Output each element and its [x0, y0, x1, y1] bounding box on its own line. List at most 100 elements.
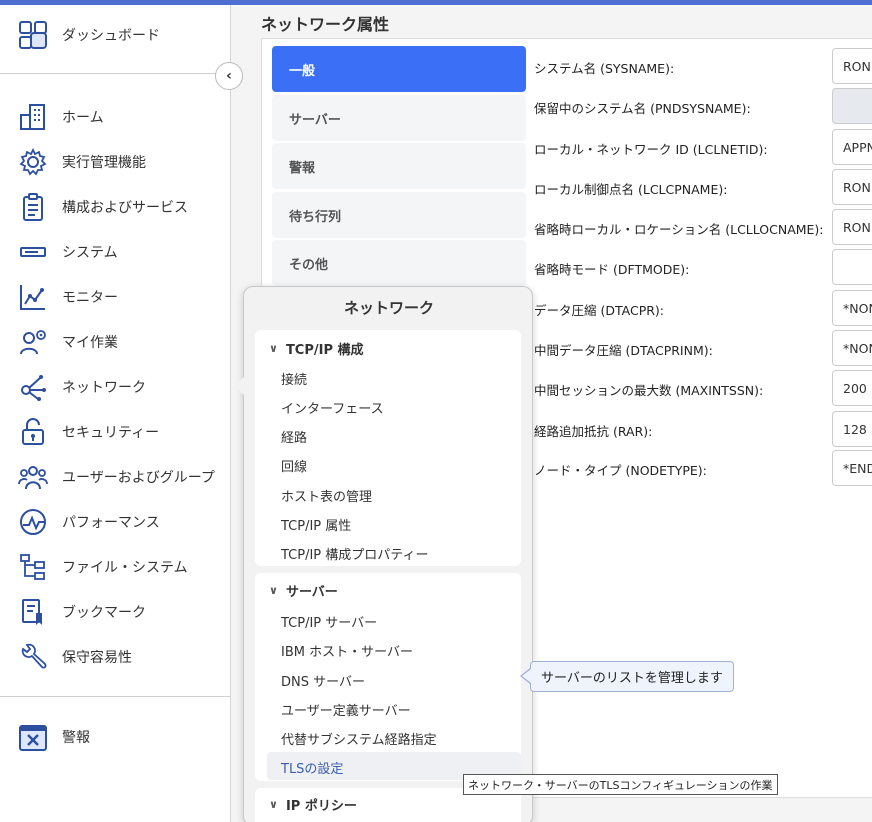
alert-calendar-icon — [17, 721, 49, 753]
link-tcpip-servers[interactable]: TCP/IP サーバー — [281, 612, 377, 631]
link-lines[interactable]: 回線 — [281, 456, 307, 475]
field-label-pndsysname: 保留中のシステム名 (PNDSYSNAME): — [534, 101, 751, 116]
field-label-dtacprinm: 中間データ圧縮 (DTACPRINM): — [534, 343, 713, 358]
group-header-servers[interactable]: ∨ サーバー — [269, 581, 338, 600]
sidebar-item-my-work[interactable]: マイ作業 — [0, 322, 230, 362]
link-tls-settings[interactable]: TLSの設定 — [281, 758, 343, 777]
link-alt-subsystem-routing[interactable]: 代替サブシステム経路指定 — [281, 729, 437, 748]
link-tcpip-attributes[interactable]: TCP/IP 属性 — [281, 515, 351, 534]
field-label-lclnetid: ローカル・ネットワーク ID (LCLNETID): — [534, 142, 768, 157]
tab-queues[interactable]: 待ち行列 — [272, 192, 526, 238]
file-tree-icon — [17, 551, 49, 583]
server-icon — [17, 236, 49, 268]
rar-input[interactable]: 128 — [832, 411, 872, 447]
lclcpname-input[interactable]: RON — [832, 169, 872, 205]
flyout-group-servers: ∨ サーバー TCP/IP サーバー IBM ホスト・サーバー DNS サーバー… — [255, 573, 521, 781]
link-connections[interactable]: 接続 — [281, 369, 307, 388]
chevron-left-icon: ‹ — [226, 68, 232, 84]
flyout-group-tcpip: ∨ TCP/IP 構成 接続 インターフェース 経路 回線 ホスト表の管理 TC… — [255, 330, 521, 566]
link-tcpip-properties[interactable]: TCP/IP 構成プロパティー — [281, 544, 429, 563]
nodetype-select[interactable]: *END — [832, 450, 872, 486]
group-heading-text: サーバー — [285, 585, 338, 600]
dtacpr-select[interactable]: *NON — [832, 290, 872, 326]
sidebar-item-home[interactable]: ホーム — [0, 97, 230, 137]
field-label-dtacpr: データ圧縮 (DTACPR): — [534, 303, 665, 318]
sidebar-item-file-system[interactable]: ファイル・システム — [0, 547, 230, 587]
sidebar-divider — [0, 73, 230, 74]
tab-alerts[interactable]: 警報 — [272, 143, 526, 189]
sidebar-item-performance[interactable]: パフォーマンス — [0, 502, 230, 542]
sidebar-item-label: ファイル・システム — [62, 560, 188, 576]
group-heading-text: IP ポリシー — [285, 799, 357, 814]
user-gear-icon — [17, 326, 49, 358]
sidebar-item-label: システム — [62, 245, 118, 261]
link-host-table[interactable]: ホスト表の管理 — [281, 486, 372, 505]
sidebar-item-label: 実行管理機能 — [62, 155, 146, 171]
network-icon — [17, 371, 49, 403]
sidebar-item-monitor[interactable]: モニター — [0, 277, 230, 317]
field-label-maxintssn: 中間セッションの最大数 (MAXINTSSN): — [534, 383, 764, 398]
chevron-down-icon: ∨ — [269, 584, 278, 597]
sidebar-item-label: パフォーマンス — [62, 515, 160, 531]
tab-general[interactable]: 一般 — [272, 46, 526, 92]
page-title: ネットワーク属性 — [261, 15, 390, 34]
group-header-tcpip[interactable]: ∨ TCP/IP 構成 — [269, 339, 364, 358]
building-icon — [17, 101, 49, 133]
sidebar-item-label: 警報 — [62, 730, 90, 746]
flyout-title: ネットワーク — [343, 299, 434, 317]
bookmark-icon — [17, 596, 49, 628]
sidebar-item-system[interactable]: システム — [0, 232, 230, 272]
sidebar-item-security[interactable]: セキュリティー — [0, 412, 230, 452]
dashboard-icon — [17, 19, 49, 51]
link-interfaces[interactable]: インターフェース — [281, 398, 384, 417]
sidebar-item-serviceability[interactable]: 保守容易性 — [0, 637, 230, 677]
link-user-defined-servers[interactable]: ユーザー定義サーバー — [281, 700, 411, 719]
group-header-ip-policy[interactable]: ∨ IP ポリシー — [269, 795, 357, 814]
sidebar-item-label: ブックマーク — [62, 605, 146, 621]
sidebar-collapse-button[interactable]: ‹ — [215, 62, 243, 90]
tab-server[interactable]: サーバー — [272, 95, 526, 141]
sidebar-item-users[interactable]: ユーザーおよびグループ — [0, 457, 230, 497]
maxintssn-input[interactable]: 200 — [832, 370, 872, 406]
field-label-sysname: システム名 (SYSNAME): — [534, 61, 675, 76]
sidebar-item-execution[interactable]: 実行管理機能 — [0, 142, 230, 182]
chevron-down-icon: ∨ — [269, 342, 278, 355]
sidebar-divider — [0, 696, 230, 697]
lcllocname-input[interactable]: RON — [832, 209, 872, 245]
dftmode-input[interactable] — [832, 249, 872, 285]
sidebar-item-network[interactable]: ネットワーク — [0, 367, 230, 407]
chevron-down-icon: ∨ — [269, 798, 278, 811]
clipboard-icon — [17, 191, 49, 223]
sidebar-item-label: ネットワーク — [62, 380, 146, 396]
gear-icon — [17, 146, 49, 178]
sidebar-item-config[interactable]: 構成およびサービス — [0, 187, 230, 227]
sidebar-item-bookmarks[interactable]: ブックマーク — [0, 592, 230, 632]
sidebar-item-label: 保守容易性 — [62, 650, 132, 666]
field-label-dftmode: 省略時モード (DFTMODE): — [534, 262, 690, 277]
sidebar-item-alerts[interactable]: 警報 — [0, 717, 230, 757]
link-routes[interactable]: 経路 — [281, 427, 307, 446]
sidebar-item-label: 構成およびサービス — [62, 200, 188, 216]
lock-icon — [17, 416, 49, 448]
field-label-rar: 経路追加抵抗 (RAR): — [534, 424, 653, 439]
tls-hover-tooltip: ネットワーク・サーバーのTLSコンフィギュレーションの作業 — [463, 774, 778, 795]
sidebar: ダッシュボード ホーム 実行管理機能 構成およびサービス システム モニター マ… — [0, 5, 231, 822]
tab-other[interactable]: その他 — [272, 240, 526, 286]
sidebar-item-label: ホーム — [62, 110, 104, 126]
link-dns-servers[interactable]: DNS サーバー — [281, 671, 365, 690]
lclnetid-input[interactable]: APPN — [832, 129, 872, 165]
users-icon — [17, 461, 49, 493]
performance-icon — [17, 506, 49, 538]
sidebar-item-label: ユーザーおよびグループ — [62, 470, 215, 486]
dtacprinm-select[interactable]: *NON — [832, 330, 872, 366]
flyout-pointer — [234, 377, 244, 395]
sysname-input[interactable]: RON — [832, 48, 872, 84]
sidebar-item-dashboard[interactable]: ダッシュボード — [0, 15, 230, 55]
wrench-icon — [17, 641, 49, 673]
sidebar-item-label: モニター — [62, 290, 118, 306]
link-ibm-host-servers[interactable]: IBM ホスト・サーバー — [281, 641, 413, 660]
field-label-lcllocname: 省略時ローカル・ロケーション名 (LCLLOCNAME): — [534, 222, 824, 237]
field-label-nodetype: ノード・タイプ (NODETYPE): — [534, 463, 707, 478]
sidebar-item-label: セキュリティー — [62, 425, 160, 441]
tooltip-pointer-inner — [522, 669, 531, 683]
